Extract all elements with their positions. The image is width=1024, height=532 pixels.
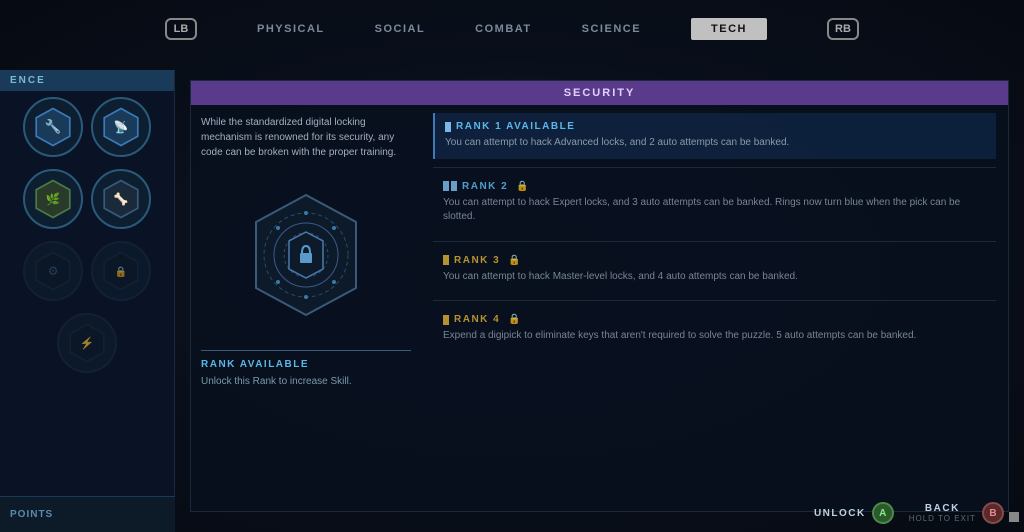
svg-text:🔒: 🔒: [115, 266, 128, 278]
svg-text:⚙: ⚙: [48, 265, 59, 278]
rank-2-desc: You can attempt to hack Expert locks, an…: [443, 196, 986, 225]
rank-bar-2b: [451, 181, 457, 191]
rank-1-label: RANK 1 AVAILABLE: [456, 121, 575, 132]
rank-3-header: RANK 3 🔒: [443, 255, 986, 266]
rank-divider-1: [433, 167, 996, 168]
skill-description: While the standardized digital locking m…: [201, 115, 411, 160]
rank-item-1[interactable]: RANK 1 AVAILABLE You can attempt to hack…: [433, 113, 996, 159]
svg-text:🦴: 🦴: [114, 191, 129, 206]
rank-1-header: RANK 1 AVAILABLE: [445, 121, 986, 132]
svg-text:🌿: 🌿: [46, 192, 61, 206]
rb-button[interactable]: RB: [827, 18, 859, 40]
rank-2-label: RANK 2: [462, 181, 508, 192]
tab-social[interactable]: SOCIAL: [375, 23, 426, 35]
rank-2-bars: [443, 181, 457, 191]
rank-available-desc: Unlock this Rank to increase Skill.: [201, 375, 411, 389]
svg-text:⚡: ⚡: [80, 336, 95, 350]
skill-points-label: PoInts: [10, 509, 53, 520]
rank-4-header: RANK 4 🔒: [443, 314, 986, 325]
rank-4-bars: [443, 315, 449, 325]
tab-combat[interactable]: COMBAT: [475, 23, 531, 35]
rank-3-desc: You can attempt to hack Master-level loc…: [443, 270, 986, 285]
rank-available-section: RANK AVAILABLE Unlock this Rank to incre…: [201, 350, 411, 389]
tab-science[interactable]: SCIENCE: [582, 23, 641, 35]
skill-row-1: 🔧 📡: [0, 91, 174, 163]
svg-text:🔧: 🔧: [45, 118, 62, 134]
panel-title: SECURITY: [191, 81, 1008, 105]
rank-4-desc: Expend a digipick to eliminate keys that…: [443, 329, 986, 344]
skill-row-3: ⚙ 🔒: [0, 235, 174, 307]
main-content: SECURITY While the standardized digital …: [175, 70, 1024, 532]
skill-points-bar: PoInts: [0, 496, 175, 532]
panel-body: While the standardized digital locking m…: [191, 105, 1008, 503]
unlock-button[interactable]: A: [872, 502, 894, 503]
rank-3-label: RANK 3: [454, 255, 500, 266]
rank-divider-3: [433, 300, 996, 301]
skill-item-2[interactable]: 📡: [91, 97, 151, 157]
back-action[interactable]: BACK HOLD TO EXIT B: [909, 502, 1004, 503]
tab-physical[interactable]: PHYSICAL: [257, 23, 325, 35]
svg-text:📡: 📡: [114, 119, 129, 134]
rank-bar-4: [443, 315, 449, 325]
skill-item-5[interactable]: ⚙: [23, 241, 83, 301]
rank-item-2[interactable]: RANK 2 🔒 You can attempt to hack Expert …: [433, 173, 996, 233]
skill-row-4: ⚡: [0, 307, 174, 379]
unlock-action[interactable]: UNLOCK A: [814, 502, 894, 503]
lb-button[interactable]: LB: [165, 18, 197, 40]
rank-4-lock-icon: 🔒: [508, 314, 520, 325]
skill-display: While the standardized digital locking m…: [191, 105, 421, 503]
tab-tech[interactable]: TECH: [691, 18, 767, 40]
rank-bar-1: [445, 122, 451, 132]
rank-3-bars: [443, 255, 449, 265]
corner-square: [1009, 512, 1019, 522]
skill-row-2: 🌿 🦴: [0, 163, 174, 235]
skill-item-6[interactable]: 🔒: [91, 241, 151, 301]
top-navigation: LB PHYSICAL SOCIAL COMBAT SCIENCE TECH R…: [0, 18, 1024, 40]
rank-available-label: RANK AVAILABLE: [201, 359, 411, 370]
rank-2-header: RANK 2 🔒: [443, 181, 986, 192]
rank-1-bars: [445, 122, 451, 132]
rank-1-desc: You can attempt to hack Advanced locks, …: [445, 136, 986, 151]
back-button[interactable]: B: [982, 502, 1004, 503]
skill-hex-container: [236, 185, 376, 325]
rank-bar-3: [443, 255, 449, 265]
sidebar: ENCE 🔧 📡 🌿 🦴: [0, 70, 175, 532]
nav-tabs: PHYSICAL SOCIAL COMBAT SCIENCE TECH: [257, 18, 767, 40]
rank-2-lock-icon: 🔒: [516, 181, 528, 192]
skill-hex-icon: [241, 190, 371, 320]
security-panel: SECURITY While the standardized digital …: [190, 80, 1009, 512]
rank-4-label: RANK 4: [454, 314, 500, 325]
rank-3-lock-icon: 🔒: [508, 255, 520, 266]
skill-item-7[interactable]: ⚡: [57, 313, 117, 373]
action-bar: UNLOCK A BACK HOLD TO EXIT B: [814, 502, 1004, 503]
ranks-panel: RANK 1 AVAILABLE You can attempt to hack…: [421, 105, 1008, 503]
skill-item-4[interactable]: 🦴: [91, 169, 151, 229]
skill-item-1[interactable]: 🔧: [23, 97, 83, 157]
skill-item-3[interactable]: 🌿: [23, 169, 83, 229]
rank-divider-2: [433, 241, 996, 242]
rank-bar-2a: [443, 181, 449, 191]
rank-item-4[interactable]: RANK 4 🔒 Expend a digipick to eliminate …: [433, 306, 996, 352]
rank-item-3[interactable]: RANK 3 🔒 You can attempt to hack Master-…: [433, 247, 996, 293]
sidebar-title: ENCE: [0, 70, 174, 91]
